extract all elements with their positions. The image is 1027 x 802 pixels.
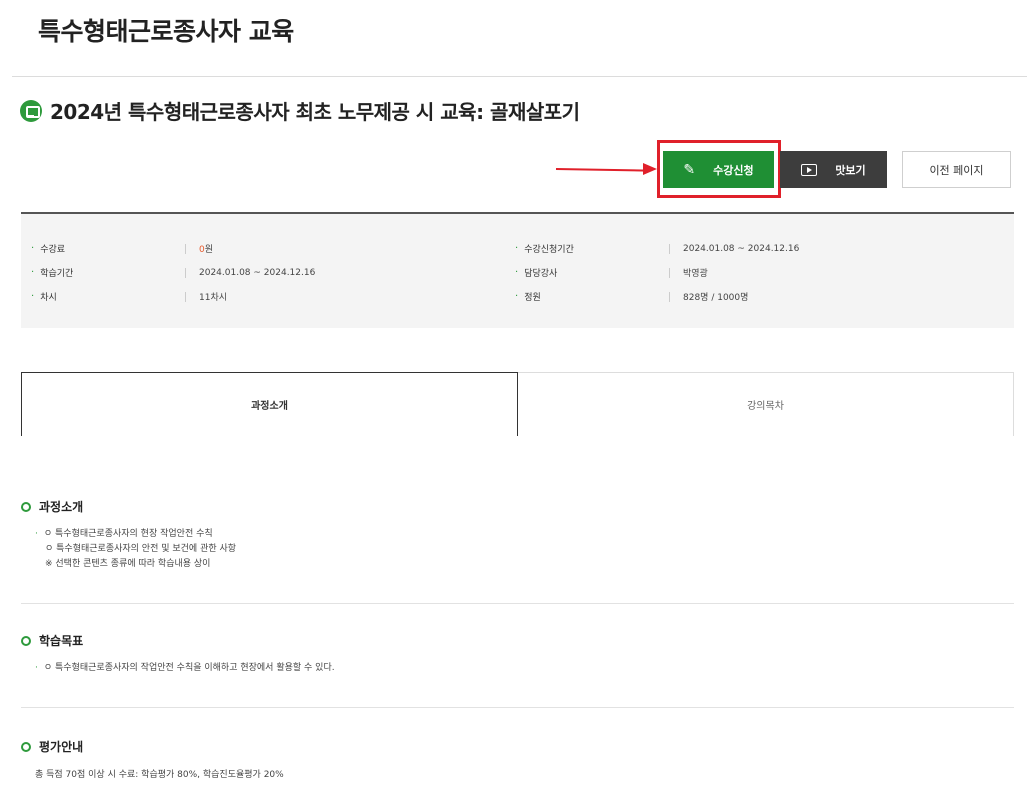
capacity-value: 828명 / 1000명 xyxy=(683,293,749,303)
apply-button[interactable]: ✎ 수강신청 xyxy=(663,151,774,188)
course-title: 2024년 특수형태근로종사자 최초 노무제공 시 교육: 골재살포기 xyxy=(50,100,580,124)
monitor-icon xyxy=(20,99,42,122)
section-title: 과정소개 xyxy=(39,500,84,514)
section-eval: 평가안내 총 득점 70점 이상 시 수료: 학습평가 80%, 학습진도율평가… xyxy=(21,738,1014,780)
section-title: 평가안내 xyxy=(39,740,84,754)
back-button-label: 이전 페이지 xyxy=(929,163,984,177)
tab-lecture-contents[interactable]: 강의목차 xyxy=(518,372,1014,436)
info-row-instructor: · 담당강사 박영광 xyxy=(515,267,708,279)
capacity-label: 정원 xyxy=(524,293,541,303)
pencil-icon: ✎ xyxy=(683,161,696,178)
fee-label: 수강료 xyxy=(40,245,66,255)
section-title: 학습목표 xyxy=(39,634,84,648)
sessions-label: 차시 xyxy=(40,293,57,303)
circle-icon xyxy=(21,501,31,512)
study-period-value: 2024.01.08 ~ 2024.12.16 xyxy=(199,267,316,278)
section-divider xyxy=(21,707,1014,708)
instructor-label: 담당강사 xyxy=(524,269,558,279)
page-title: 특수형태근로종사자 교육 xyxy=(38,17,294,46)
preview-button-label: 맛보기 xyxy=(835,163,866,177)
study-period-label: 학습기간 xyxy=(40,269,74,279)
apply-period-value: 2024.01.08 ~ 2024.12.16 xyxy=(683,243,800,254)
section-intro: 과정소개 · ㅇ 특수형태근로종사자의 현장 작업안전 수칙 ㅇ 특수형태근로종사… xyxy=(21,498,1014,572)
back-button[interactable]: 이전 페이지 xyxy=(902,151,1011,188)
preview-button[interactable]: 맛보기 xyxy=(780,151,887,188)
intro-line-3: ※ 선택한 콘텐츠 종류에 따라 학습내용 상이 xyxy=(45,559,211,569)
goal-line-1: ㅇ 특수형태근로종사자의 작업안전 수칙을 이해하고 현장에서 활용할 수 있다… xyxy=(43,663,335,673)
info-row-sessions: · 차시 11차시 xyxy=(31,291,228,303)
circle-icon xyxy=(21,741,31,752)
section-divider xyxy=(21,603,1014,604)
divider xyxy=(12,76,1027,77)
fee-unit: 원 xyxy=(204,245,214,255)
instructor-value: 박영광 xyxy=(683,269,708,279)
annotation-arrow-line xyxy=(555,168,649,172)
info-row-capacity: · 정원 828명 / 1000명 xyxy=(515,291,749,303)
info-row-fee: · 수강료 0원 xyxy=(31,243,214,255)
apply-button-label: 수강신청 xyxy=(713,163,754,177)
sessions-value: 11차시 xyxy=(199,293,228,303)
tab-label: 과정소개 xyxy=(251,401,288,412)
eval-text: 총 득점 70점 이상 시 수료: 학습평가 80%, 학습진도율평가 20% xyxy=(35,770,284,780)
intro-line-1: ㅇ 특수형태근로종사자의 현장 작업안전 수칙 xyxy=(43,529,213,539)
apply-period-label: 수강신청기간 xyxy=(524,245,574,255)
intro-line-2: ㅇ 특수형태근로종사자의 안전 및 보건에 관한 사항 xyxy=(45,544,237,554)
tab-course-intro[interactable]: 과정소개 xyxy=(21,372,518,436)
circle-icon xyxy=(21,635,31,646)
course-header: 2024년 특수형태근로종사자 최초 노무제공 시 교육: 골재살포기 xyxy=(20,96,580,125)
annotation-arrow-icon xyxy=(643,163,657,175)
info-row-study-period: · 학습기간 2024.01.08 ~ 2024.12.16 xyxy=(31,267,316,279)
tab-label: 강의목차 xyxy=(747,401,784,412)
section-goal: 학습목표 · ㅇ 특수형태근로종사자의 작업안전 수칙을 이해하고 현장에서 활용… xyxy=(21,632,1014,676)
info-row-apply-period: · 수강신청기간 2024.01.08 ~ 2024.12.16 xyxy=(515,243,800,255)
play-icon xyxy=(801,163,818,176)
course-info-panel: · 수강료 0원 · 학습기간 2024.01.08 ~ 2024.12.16 · 차… xyxy=(21,214,1014,328)
